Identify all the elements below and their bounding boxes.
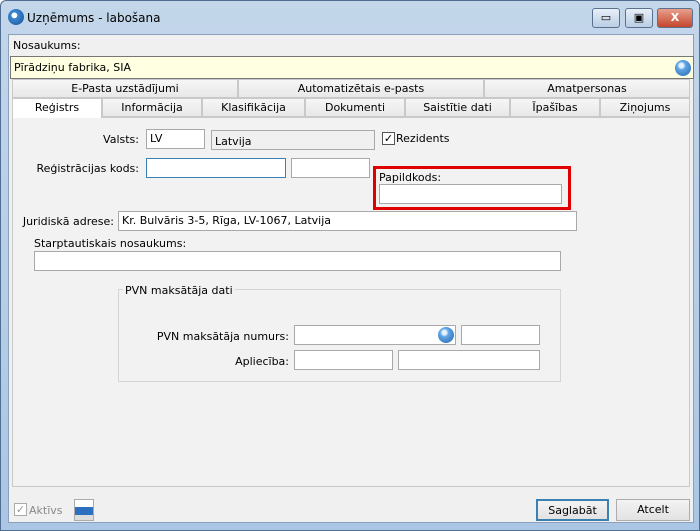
reg-code-label: Reģistrācijas kods:: [36, 162, 139, 175]
dialog-body: Nosaukums: Pīrādziņu fabrika, SIA E-Past…: [8, 34, 694, 523]
certificate-label: Apliecība:: [235, 355, 289, 368]
globe-lookup-icon[interactable]: [675, 60, 691, 76]
tab-properties[interactable]: Īpašības: [510, 98, 600, 117]
tab-registry[interactable]: Reģistrs: [12, 98, 102, 118]
save-button[interactable]: Saglabāt: [536, 499, 609, 521]
country-name-field: Latvija: [211, 130, 375, 150]
close-button[interactable]: X: [657, 8, 693, 28]
vat-extra-input[interactable]: [461, 325, 540, 345]
address-label: Juridiskā adrese:: [22, 215, 114, 228]
name-label: Nosaukums:: [13, 39, 81, 52]
intl-name-input[interactable]: [34, 251, 561, 271]
app-icon: [8, 9, 24, 25]
tab-automatic-email[interactable]: Automatizētais e-pasts: [238, 79, 484, 98]
vat-number-input[interactable]: [294, 325, 456, 345]
printer-icon[interactable]: [74, 499, 94, 521]
tab-officials[interactable]: Amatpersonas: [484, 79, 690, 98]
minimize-button[interactable]: ▭: [592, 8, 620, 28]
tab-classification[interactable]: Klasifikācija: [202, 98, 305, 117]
tab-related-data[interactable]: Saistītie dati: [405, 98, 510, 117]
certificate-secondary-input[interactable]: [398, 350, 540, 370]
maximize-button[interactable]: ▣: [625, 8, 653, 28]
address-input[interactable]: Kr. Bulvāris 3-5, Rīga, LV-1067, Latvija: [118, 211, 577, 231]
resident-checkbox[interactable]: ✓: [382, 132, 395, 145]
reg-code-input[interactable]: [146, 158, 286, 178]
intl-name-label: Starptautiskais nosaukums:: [34, 237, 187, 250]
tab-documents[interactable]: Dokumenti: [305, 98, 405, 117]
vat-number-label: PVN maksātāja numurs:: [156, 330, 289, 343]
active-checkbox[interactable]: ✓: [14, 503, 27, 516]
extra-code-input[interactable]: [379, 184, 562, 204]
active-label: Aktīvs: [29, 504, 63, 517]
extra-code-label: Papildkods:: [379, 171, 442, 184]
cancel-button[interactable]: Atcelt: [616, 499, 690, 521]
window-title: Uzņēmums - labošana: [27, 11, 161, 25]
vat-group-title: PVN maksātāja dati: [123, 284, 235, 297]
resident-label: Rezidents: [396, 132, 450, 145]
name-input[interactable]: Pīrādziņu fabrika, SIA: [10, 56, 694, 79]
country-label: Valsts:: [103, 133, 139, 146]
dialog-window: Uzņēmums - labošana ▭ ▣ X Nosaukums: Pīr…: [0, 0, 700, 531]
reg-code-secondary-input[interactable]: [291, 158, 370, 178]
globe-vat-check-icon[interactable]: [438, 327, 454, 343]
country-code-input[interactable]: LV: [146, 129, 205, 149]
tab-information[interactable]: Informācija: [102, 98, 202, 117]
tab-email-settings[interactable]: E-Pasta uzstādījumi: [12, 79, 238, 98]
certificate-input[interactable]: [294, 350, 393, 370]
tab-messages[interactable]: Ziņojums: [600, 98, 690, 117]
